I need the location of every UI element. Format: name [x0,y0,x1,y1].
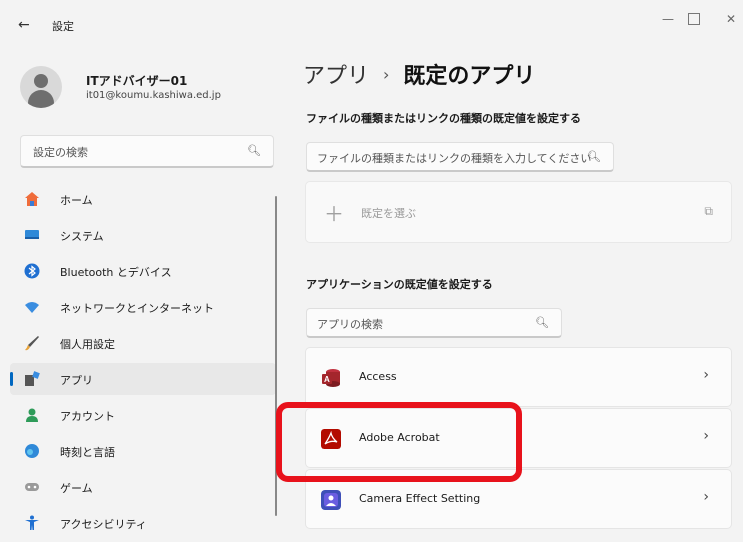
app-search-placeholder: アプリの検索 [317,318,383,331]
app-row-label: Camera Effect Setting [359,492,481,505]
access-icon: A [322,369,340,387]
sidebar-item-network[interactable]: ネットワークとインターネット [10,291,276,323]
open-external-icon: ⧉ [704,204,713,218]
camera-effect-icon [321,490,341,510]
chevron-right-icon: › [703,428,709,444]
home-icon [25,192,39,206]
bluetooth-icon [24,263,40,279]
sidebar-item-label: ゲーム [60,482,93,495]
plus-icon: ＋ [324,202,344,226]
sidebar-item-label: アクセシビリティ [60,518,147,531]
account-icon [26,408,38,422]
title-bar: ← 設定 — ✕ [0,0,743,44]
sidebar-item-label: アカウント [60,410,115,423]
chevron-right-icon: › [703,489,709,505]
search-icon: 🔍︎ [247,144,261,157]
breadcrumb: アプリ › 既定のアプリ [303,58,535,90]
file-type-search-placeholder: ファイルの種類またはリンクの種類を入力してください [317,152,592,165]
breadcrumb-parent[interactable]: アプリ [303,64,369,89]
sidebar-item-system[interactable]: システム [10,219,276,251]
sidebar-item-label: 時刻と言語 [60,446,115,459]
sidebar-item-label: アプリ [60,374,93,387]
page-title: 既定のアプリ [403,64,536,89]
sidebar-item-label: Bluetooth とデバイス [60,266,172,279]
search-icon: 🔍︎ [535,316,549,329]
sidebar-item-home[interactable]: ホーム [10,183,276,215]
settings-search-placeholder: 設定の検索 [33,146,88,159]
window-title: 設定 [52,20,74,33]
selected-indicator [10,372,13,386]
sidebar-item-label: ホーム [60,194,93,207]
sidebar-item-label: 個人用設定 [60,338,115,351]
sidebar-item-gaming[interactable]: ゲーム [10,471,276,503]
app-row-label: Access [359,370,397,383]
sidebar-item-apps[interactable]: アプリ [10,363,276,395]
accessibility-icon [25,515,39,530]
brush-icon [25,336,39,351]
maximize-button[interactable] [688,13,700,25]
app-search-input[interactable]: アプリの検索 🔍︎ [306,308,562,338]
avatar[interactable] [20,66,62,108]
highlight-box [276,402,522,482]
app-row-access[interactable]: A Access › [305,347,732,407]
breadcrumb-separator: › [383,65,390,84]
network-icon [25,302,39,313]
svg-text:A: A [324,375,330,384]
file-type-search-input[interactable]: ファイルの種類またはリンクの種類を入力してください 🔍︎ [306,142,614,172]
sidebar-item-accessibility[interactable]: アクセシビリティ [10,507,276,539]
time-language-icon [25,444,39,458]
arrow-left-icon[interactable]: ← [18,16,36,34]
sidebar-item-label: ネットワークとインターネット [60,302,214,315]
choose-default-card: ＋ 既定を選ぶ ⧉ [305,181,732,243]
chevron-right-icon: › [703,367,709,383]
sidebar-item-time-language[interactable]: 時刻と言語 [10,435,276,467]
sidebar-item-account[interactable]: アカウント [10,399,276,431]
system-icon [25,230,39,239]
choose-default-label: 既定を選ぶ [361,207,416,220]
gaming-icon [25,483,39,491]
settings-window: ← 設定 — ✕ ITアドバイザー01 it01@koumu.kashiwa.e… [0,0,743,542]
profile-email: it01@koumu.kashiwa.ed.jp [86,90,221,101]
minimize-button[interactable]: — [662,12,674,26]
apps-icon [25,371,40,386]
sidebar-item-bluetooth[interactable]: Bluetooth とデバイス [10,255,276,287]
search-icon: 🔍︎ [587,150,601,163]
sidebar-item-label: システム [60,230,104,243]
file-type-heading: ファイルの種類またはリンクの種類の既定値を設定する [306,112,581,125]
app-defaults-heading: アプリケーションの既定値を設定する [306,278,493,291]
profile-name: ITアドバイザー01 [86,74,188,88]
settings-search-input[interactable]: 設定の検索 🔍︎ [20,135,274,168]
sidebar-item-personalization[interactable]: 個人用設定 [10,327,276,359]
close-button[interactable]: ✕ [726,12,736,26]
